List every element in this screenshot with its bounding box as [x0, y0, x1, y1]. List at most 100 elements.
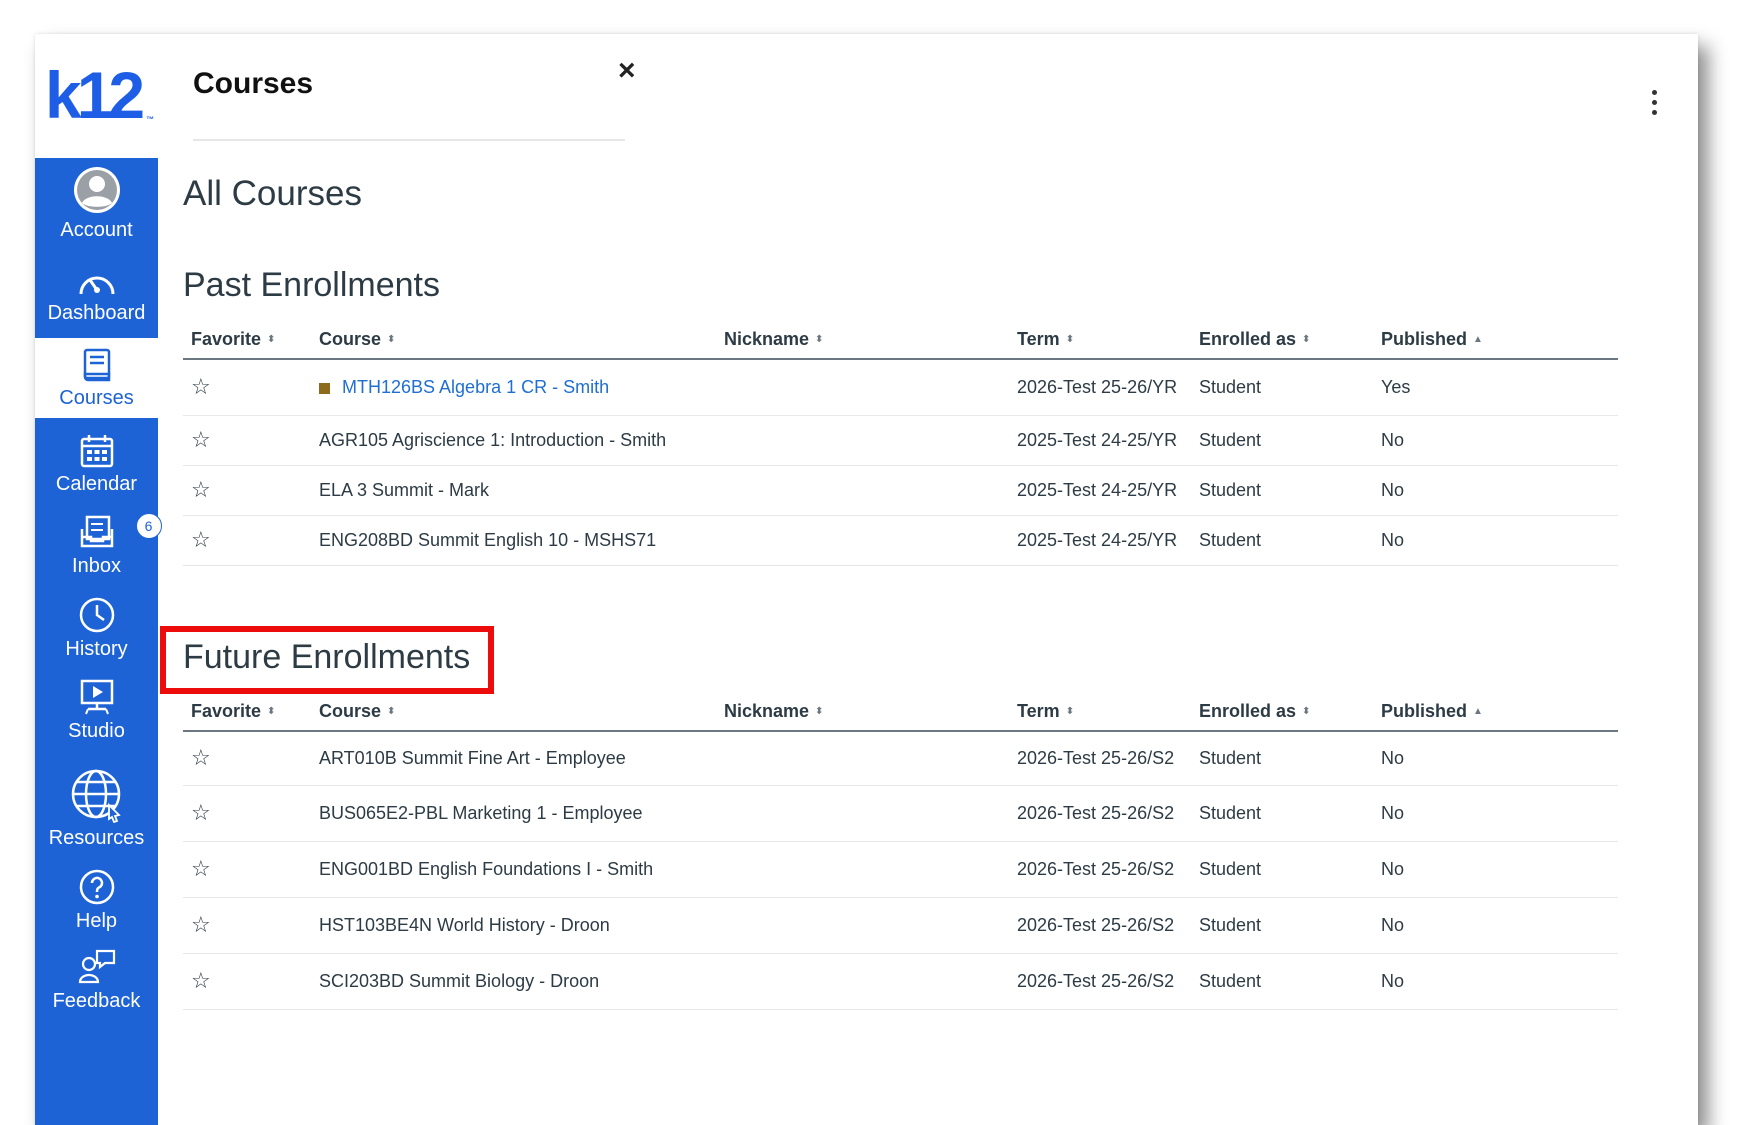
term-cell: 2026-Test 25-26/S2	[1009, 953, 1191, 1010]
nav-courses-label: Courses	[59, 386, 134, 409]
favorite-star-icon[interactable]: ☆	[191, 968, 211, 993]
course-name: ENG001BD English Foundations I - Smith	[311, 841, 716, 898]
col-term[interactable]: Term ⬍	[1009, 692, 1191, 732]
courses-book-icon	[83, 348, 110, 381]
sort-icon: ⬍	[267, 334, 276, 346]
col-nickname[interactable]: Nickname ⬍	[716, 320, 1009, 360]
nav-resources-label: Resources	[48, 826, 145, 849]
nav-resources[interactable]: Resources	[35, 758, 158, 858]
course-link[interactable]: MTH126BS Algebra 1 CR - Smith	[342, 377, 609, 397]
tray-divider	[193, 139, 625, 141]
dashboard-icon	[79, 276, 114, 294]
term-cell: 2026-Test 25-26/S2	[1009, 897, 1191, 954]
more-options-kebab-icon[interactable]	[1652, 90, 1660, 115]
inbox-unread-badge: 6	[135, 512, 162, 539]
favorite-star-icon[interactable]: ☆	[191, 745, 211, 770]
favorite-star-icon[interactable]: ☆	[191, 427, 211, 452]
nickname-cell	[716, 359, 1009, 416]
nav-help-label: Help	[75, 909, 118, 932]
favorite-star-icon[interactable]: ☆	[191, 912, 211, 937]
enrolled-as-cell: Student	[1191, 731, 1373, 786]
favorite-star-icon[interactable]: ☆	[191, 800, 211, 825]
published-cell: No	[1373, 465, 1618, 516]
nav-inbox[interactable]: 6 Inbox	[35, 506, 162, 586]
col-nickname[interactable]: Nickname ⬍	[716, 692, 1009, 732]
col-enrolled-as[interactable]: Enrolled as ⬍	[1191, 320, 1373, 360]
past-enrollments-table: Favorite ⬍ Course ⬍ Nickname ⬍ Term ⬍ Enroll…	[183, 320, 1618, 566]
course-name: ENG208BD Summit English 10 - MSHS71	[311, 515, 716, 566]
nav-calendar[interactable]: Calendar	[35, 424, 158, 504]
col-course[interactable]: Course ⬍	[311, 692, 716, 732]
global-nav: Account Dashboard Courses Calendar 6 Inb…	[35, 158, 162, 1125]
table-row: ☆ MTH126BS Algebra 1 CR - Smith 2026-Tes…	[183, 359, 1618, 416]
sort-icon: ⬍	[1302, 706, 1311, 718]
nickname-cell	[716, 953, 1009, 1010]
published-cell: No	[1373, 841, 1618, 898]
published-cell: No	[1373, 953, 1618, 1010]
page-title: All Courses	[183, 174, 362, 213]
k12-logo[interactable]: k12 ™	[45, 62, 154, 128]
term-cell: 2026-Test 25-26/S2	[1009, 785, 1191, 842]
account-avatar-icon	[73, 166, 120, 213]
nav-dashboard[interactable]: Dashboard	[35, 256, 158, 336]
nav-feedback[interactable]: Feedback	[35, 938, 158, 1022]
table-row: ☆ SCI203BD Summit Biology - Droon 2026-T…	[183, 953, 1618, 1010]
nav-account-label: Account	[60, 218, 133, 241]
table-row: ☆ ENG001BD English Foundations I - Smith…	[183, 841, 1618, 898]
courses-tray-title: Courses	[193, 67, 314, 100]
enrolled-as-cell: Student	[1191, 897, 1373, 954]
nickname-cell	[716, 515, 1009, 566]
sort-asc-icon: ▲	[1473, 706, 1483, 718]
sort-icon: ⬍	[1302, 334, 1311, 346]
col-term[interactable]: Term ⬍	[1009, 320, 1191, 360]
sort-icon: ⬍	[267, 706, 276, 718]
app-window: k12 ™ Account Dashboard Courses Calendar…	[35, 34, 1698, 1125]
published-cell: Yes	[1373, 359, 1618, 416]
future-enrollments-table: Favorite ⬍ Course ⬍ Nickname ⬍ Term ⬍ Enroll…	[183, 692, 1618, 1010]
term-cell: 2026-Test 25-26/S2	[1009, 731, 1191, 786]
nav-history[interactable]: History	[35, 586, 158, 670]
enrolled-as-cell: Student	[1191, 841, 1373, 898]
nav-inbox-label: Inbox	[72, 554, 121, 577]
feedback-icon	[78, 949, 115, 983]
course-name: SCI203BD Summit Biology - Droon	[311, 953, 716, 1010]
enrolled-as-cell: Student	[1191, 359, 1373, 416]
enrolled-as-cell: Student	[1191, 785, 1373, 842]
enrolled-as-cell: Student	[1191, 415, 1373, 466]
sort-icon: ⬍	[815, 706, 824, 718]
logo-area: k12 ™	[35, 34, 158, 158]
nav-studio[interactable]: Studio	[35, 668, 158, 752]
favorite-star-icon[interactable]: ☆	[191, 374, 211, 399]
col-favorite[interactable]: Favorite ⬍	[183, 320, 311, 360]
table-row: ☆ HST103BE4N World History - Droon 2026-…	[183, 897, 1618, 954]
table-header-row: Favorite ⬍ Course ⬍ Nickname ⬍ Term ⬍ Enroll…	[183, 320, 1618, 360]
table-row: ☆ BUS065E2-PBL Marketing 1 - Employee 20…	[183, 785, 1618, 842]
nav-account[interactable]: Account	[35, 158, 158, 248]
sort-icon: ⬍	[815, 334, 824, 346]
col-favorite[interactable]: Favorite ⬍	[183, 692, 311, 732]
help-icon	[79, 869, 114, 904]
favorite-star-icon[interactable]: ☆	[191, 527, 211, 552]
past-enrollments-heading: Past Enrollments	[183, 266, 440, 304]
favorite-star-icon[interactable]: ☆	[191, 856, 211, 881]
published-cell: No	[1373, 731, 1618, 786]
nav-courses[interactable]: Courses	[35, 338, 158, 418]
published-cell: No	[1373, 897, 1618, 954]
nav-help[interactable]: Help	[35, 858, 158, 942]
course-name: ART010B Summit Fine Art - Employee	[311, 731, 716, 786]
col-published[interactable]: Published ▲	[1373, 320, 1618, 360]
col-course[interactable]: Course ⬍	[311, 320, 716, 360]
col-enrolled-as[interactable]: Enrolled as ⬍	[1191, 692, 1373, 732]
future-enrollments-heading: Future Enrollments	[183, 638, 471, 676]
close-tray-button[interactable]: ×	[618, 54, 636, 88]
sort-icon: ⬍	[387, 706, 396, 718]
enrolled-as-cell: Student	[1191, 953, 1373, 1010]
col-published[interactable]: Published ▲	[1373, 692, 1618, 732]
course-name: HST103BE4N World History - Droon	[311, 897, 716, 954]
favorite-star-icon[interactable]: ☆	[191, 477, 211, 502]
published-cell: No	[1373, 515, 1618, 566]
table-row: ☆ ELA 3 Summit - Mark 2025-Test 24-25/YR…	[183, 465, 1618, 516]
table-row: ☆ AGR105 Agriscience 1: Introduction - S…	[183, 415, 1618, 466]
inbox-icon	[80, 515, 113, 547]
nav-history-label: History	[65, 637, 128, 660]
